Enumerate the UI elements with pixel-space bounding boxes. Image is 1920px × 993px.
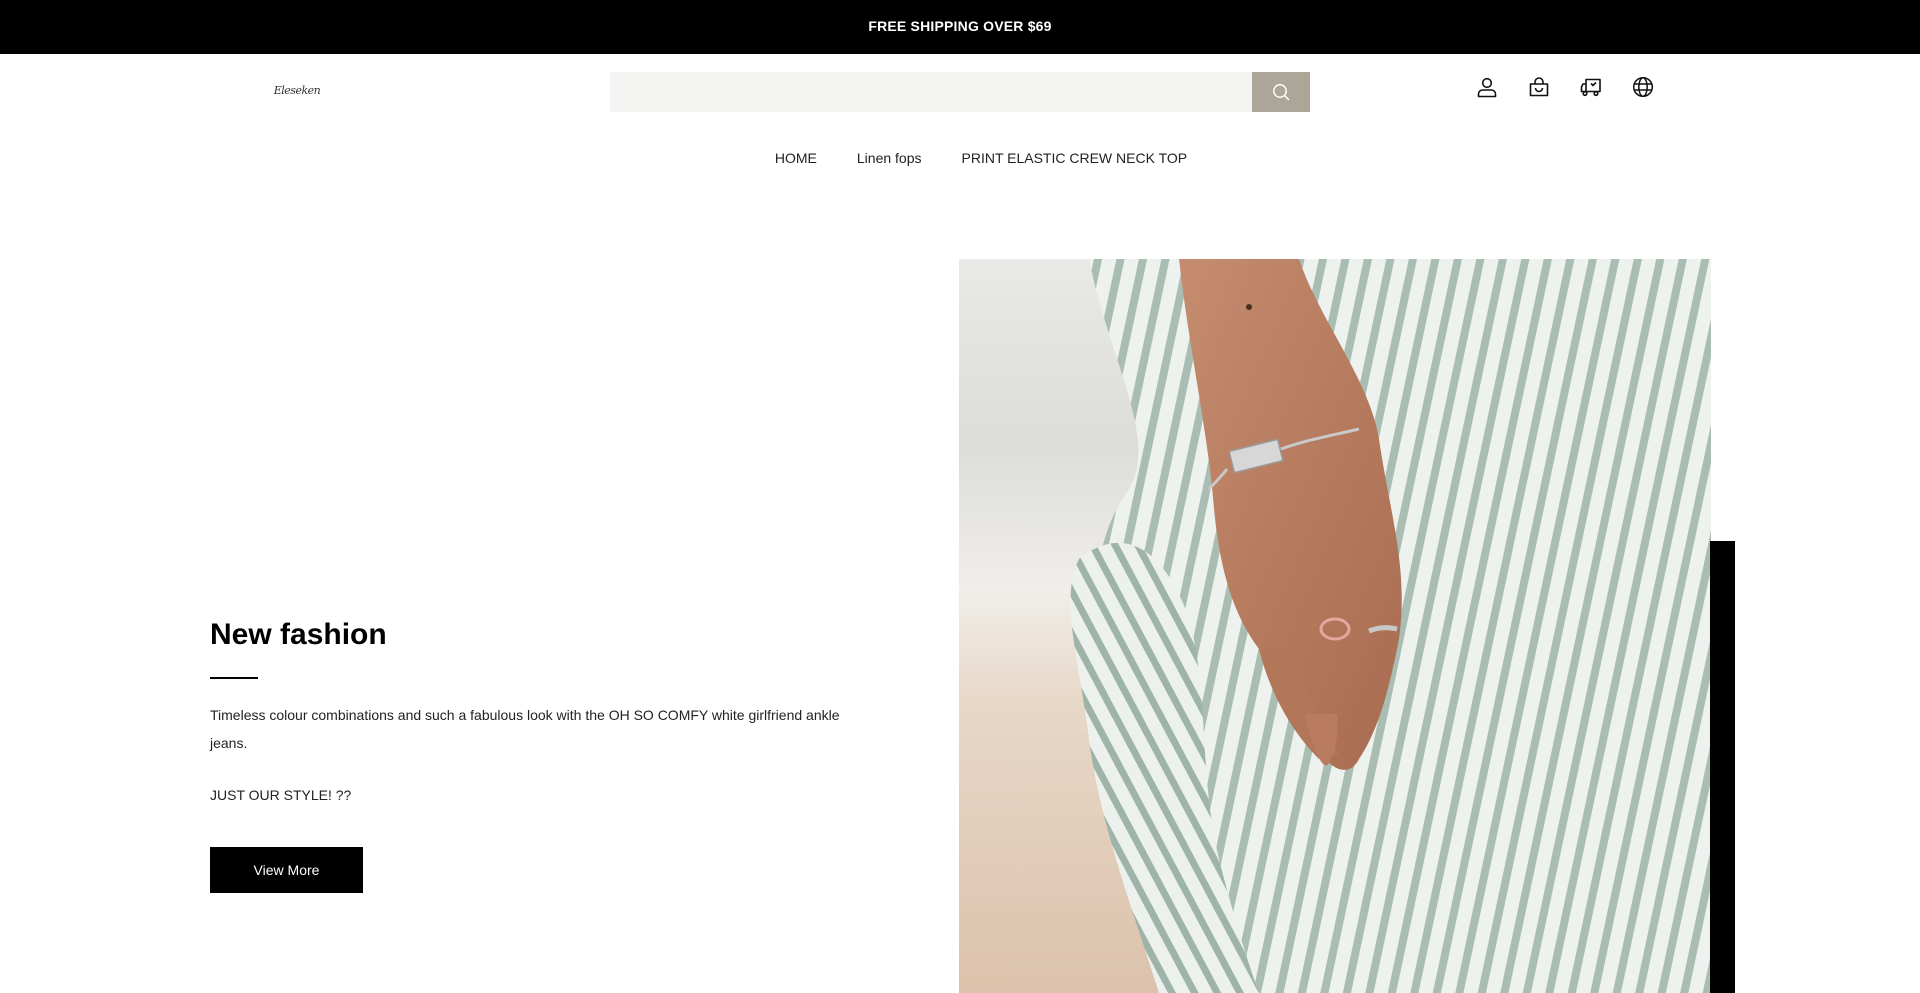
main-nav: HOME Linen fops PRINT ELASTIC CREW NECK … [0,150,1920,166]
store-logo[interactable]: Eleseken [272,82,322,98]
announcement-text: FREE SHIPPING OVER $69 [868,18,1052,34]
hero-image [959,259,1711,993]
cart-icon[interactable] [1528,76,1550,98]
announcement-bar: FREE SHIPPING OVER $69 [0,0,1920,54]
nav-item-print-elastic-crew-neck-top[interactable]: PRINT ELASTIC CREW NECK TOP [962,150,1188,166]
hero-divider [210,677,258,679]
header-icons [1476,76,1654,98]
nav-item-home[interactable]: HOME [775,150,817,166]
search-icon [1273,84,1290,101]
hero-description: Timeless colour combinations and such a … [210,707,840,751]
language-icon[interactable] [1632,76,1654,98]
search-button[interactable] [1252,72,1310,112]
search-bar [610,72,1310,112]
nav-item-linen-tops[interactable]: Linen fops [857,150,922,166]
account-icon[interactable] [1476,76,1498,98]
search-input[interactable] [610,72,1252,112]
track-order-icon[interactable] [1580,76,1602,98]
view-more-button[interactable]: View More [210,847,363,893]
decorative-block [1710,541,1735,993]
hero-text-block: New fashion Timeless colour combinations… [210,614,850,893]
hero-tagline: JUST OUR STYLE! ?? [210,787,352,803]
hero-title: New fashion [210,618,387,651]
